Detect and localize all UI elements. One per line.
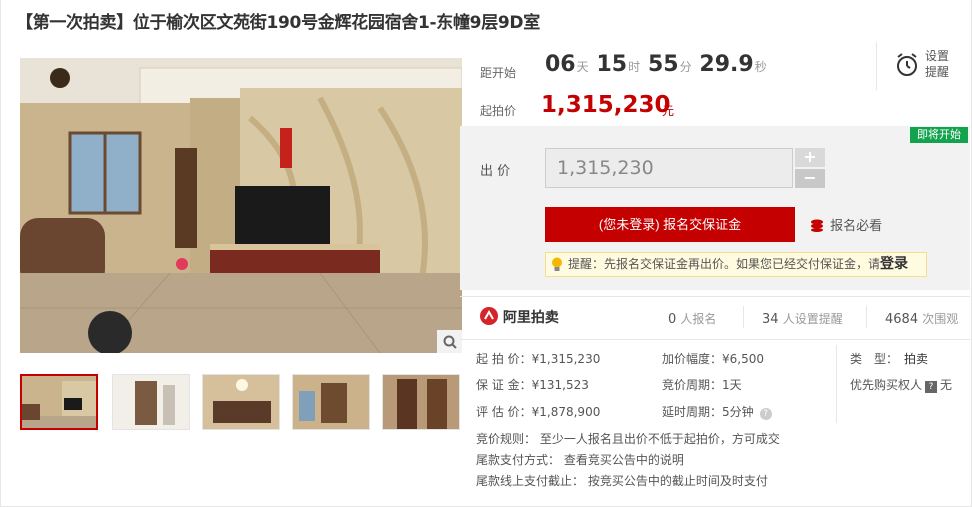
- countdown-minutes-unit: 分: [679, 60, 692, 74]
- bidding-rule: 竞价规则： 至少一人报名且出价不低于起拍价，方可成交: [476, 432, 780, 446]
- thumbnail-4[interactable]: [292, 374, 370, 430]
- stat-views: 4684 次围观: [885, 310, 958, 327]
- thumbnail-strip: [20, 374, 462, 432]
- divider: [836, 345, 837, 423]
- start-price-value: 1,315,230: [541, 92, 671, 118]
- priority-value: 无: [940, 378, 953, 392]
- detail-type: 类 型： 拍卖: [850, 350, 928, 367]
- countdown-timer: 06天 15时 55分 29.9秒: [545, 52, 771, 77]
- countdown-minutes: 55: [647, 52, 679, 77]
- thumbnail-2[interactable]: [112, 374, 190, 430]
- countdown-label: 距开始: [480, 66, 517, 80]
- must-read-link[interactable]: 报名必看: [810, 215, 882, 234]
- bid-decrease-button[interactable]: −: [795, 169, 825, 188]
- stat-num: 0: [668, 312, 677, 327]
- detail-start-price: 起 拍 价：¥1,315,230: [476, 352, 601, 366]
- priority-label: 优先购买权人: [850, 378, 923, 392]
- register-deposit-button[interactable]: (您未登录) 报名交保证金: [545, 207, 795, 242]
- page-title: 【第一次拍卖】位于榆次区文苑街190号金辉花园宿舍1-东幢9层9D室: [16, 13, 540, 33]
- main-property-photo[interactable]: [20, 58, 462, 353]
- detail-deposit: 保 证 金：¥131,523: [476, 378, 589, 392]
- tip-text: 提醒：先报名交保证金再出价。如果您已经交付保证金，请: [568, 257, 881, 271]
- set-reminder-button[interactable]: 设置 提醒: [876, 42, 966, 90]
- reminder-label-line1: 设置: [925, 49, 950, 63]
- countdown-hours: 15: [596, 52, 628, 77]
- status-badge: 即将开始: [910, 127, 968, 143]
- reminder-label-line2: 提醒: [925, 65, 950, 79]
- payment-deadline: 尾款线上支付截止： 按竞买公告中的截止时间及时支付: [476, 474, 768, 488]
- priority-info-icon[interactable]: ?: [925, 381, 938, 393]
- divider: [866, 306, 867, 328]
- zoom-icon[interactable]: [437, 330, 462, 353]
- type-label: 类 型：: [850, 352, 899, 366]
- detail-appraisal: 评 估 价：¥1,878,900: [476, 405, 601, 419]
- stat-label: 人设置提醒: [782, 312, 843, 326]
- countdown-days: 06: [545, 52, 576, 77]
- detail-increment: 加价幅度：¥6,500: [662, 352, 764, 366]
- login-tip: 提醒：先报名交保证金再出价。如果您已经交付保证金，请登录: [545, 252, 927, 277]
- countdown-seconds: 29.9: [699, 52, 754, 77]
- lightbulb-icon: [551, 257, 563, 280]
- start-price-unit: 元: [662, 104, 675, 118]
- ali-auction-logo: 阿里拍卖: [480, 307, 559, 327]
- thumbnail-3[interactable]: [202, 374, 280, 430]
- help-icon[interactable]: ?: [759, 408, 772, 420]
- must-read-label: 报名必看: [830, 219, 883, 234]
- divider: [743, 306, 744, 328]
- thumbnail-1[interactable]: [20, 374, 98, 430]
- stat-label: 次围观: [922, 312, 959, 326]
- stat-num: 4684: [885, 312, 919, 327]
- start-price-label: 起拍价: [480, 104, 517, 118]
- detail-delay: 延时周期：5分钟?: [662, 403, 772, 420]
- stat-label: 人报名: [680, 312, 717, 326]
- login-link[interactable]: 登录: [880, 256, 908, 272]
- platform-name: 阿里拍卖: [502, 310, 559, 326]
- detail-priority: 优先购买权人? 无: [850, 376, 952, 393]
- countdown-seconds-unit: 秒: [754, 60, 767, 74]
- payment-method: 尾款支付方式： 查看竞买公告中的说明: [476, 453, 684, 467]
- ali-auction-icon: [480, 307, 503, 326]
- bid-label: 出 价: [480, 164, 511, 179]
- stat-num: 34: [762, 312, 779, 327]
- type-value: 拍卖: [904, 352, 929, 366]
- bid-increase-button[interactable]: +: [795, 148, 825, 167]
- stat-reminders: 34 人设置提醒: [762, 310, 843, 327]
- bid-amount-input[interactable]: 1,315,230: [545, 148, 793, 188]
- countdown-days-unit: 天: [576, 60, 589, 74]
- thumbnail-5[interactable]: [382, 374, 460, 430]
- stat-registrations: 0 人报名: [668, 310, 716, 327]
- detail-cycle: 竞价周期：1天: [662, 378, 742, 392]
- alarm-clock-icon: [895, 52, 919, 81]
- delay-text: 延时周期：5分钟: [662, 405, 754, 419]
- countdown-hours-unit: 时: [628, 60, 641, 74]
- coins-icon: [810, 219, 830, 234]
